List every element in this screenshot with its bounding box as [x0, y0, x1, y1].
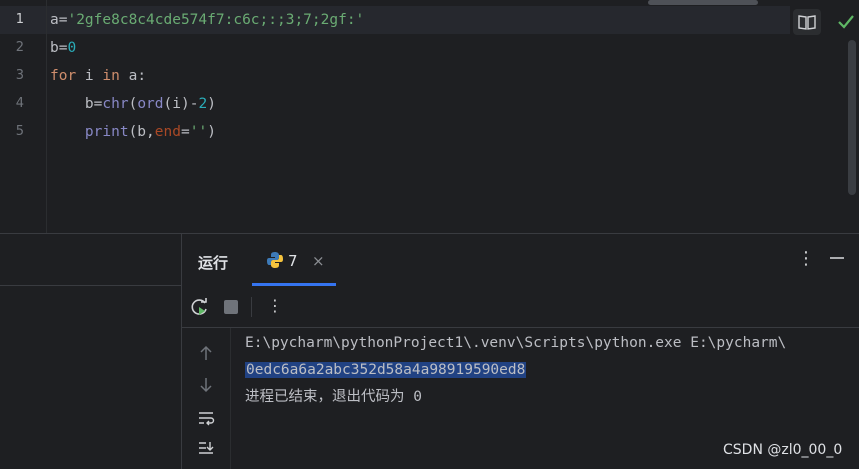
code-token: (b,: [128, 124, 155, 140]
active-tab-indicator: [252, 283, 336, 286]
code-token: for: [50, 68, 77, 84]
code-token: i: [76, 68, 103, 84]
book-icon: [798, 15, 816, 30]
code-token: ): [207, 124, 216, 140]
stop-icon[interactable]: [224, 300, 238, 314]
tool-window-left-pane: [0, 234, 182, 469]
code-token: in: [102, 68, 120, 84]
watermark: CSDN @zl0_00_0: [723, 442, 843, 458]
code-line-3[interactable]: for i in a:: [50, 62, 146, 90]
close-icon[interactable]: ×: [312, 252, 325, 270]
code-token: b=: [84, 96, 103, 112]
tab-label: 7: [288, 252, 298, 270]
more-options-icon[interactable]: ⋮: [797, 248, 815, 269]
python-icon: [267, 252, 283, 268]
line-number: 5: [15, 124, 24, 139]
gutter-divider: [46, 0, 47, 233]
console-output-line[interactable]: 0edc6a6a2abc352d58a4a98919590ed8: [245, 357, 527, 384]
code-token: b=: [50, 40, 68, 56]
code-editor[interactable]: 1 2 3 4 5 a='2gfe8c8c4cde574f7:c6c;:;3;7…: [0, 0, 859, 233]
line-number: 3: [15, 68, 24, 83]
code-token: end: [154, 124, 181, 140]
line-number: 4: [15, 96, 24, 111]
code-token: a:: [119, 68, 147, 84]
arrow-up-icon[interactable]: [197, 344, 215, 362]
code-line-2[interactable]: b=0: [50, 34, 76, 62]
code-token: chr: [102, 96, 129, 112]
more-options-icon[interactable]: ⋮: [267, 296, 283, 315]
code-token: 2: [198, 96, 208, 112]
code-token: print: [84, 124, 129, 140]
run-tool-window: 运行 7 × ⋮ ⋮ E:\pycharm\pythonProject1\.ve…: [0, 233, 859, 469]
minimize-icon[interactable]: [829, 248, 845, 268]
line-number: 1: [15, 12, 24, 27]
line-number-gutter: 1 2 3 4 5: [0, 0, 46, 233]
console-command-line: E:\pycharm\pythonProject1\.venv\Scripts\…: [245, 335, 787, 351]
line-number: 2: [15, 40, 24, 55]
rerun-icon[interactable]: [190, 297, 210, 317]
checkmark-icon[interactable]: [836, 12, 856, 32]
code-token: ord: [137, 96, 164, 112]
code-line-1[interactable]: a='2gfe8c8c4cde574f7:c6c;:;3;7;2gf:': [50, 6, 364, 34]
console-exit-line: 进程已结束，退出代码为 0: [245, 389, 422, 405]
code-line-5[interactable]: print(b,end=''): [50, 118, 216, 146]
code-line-4[interactable]: b=chr(ord(i)-2): [50, 90, 216, 118]
horizontal-scrollbar[interactable]: [648, 0, 758, 5]
code-token: '2gfe8c8c4cde574f7:c6c;:;3;7;2gf:': [67, 12, 365, 28]
scroll-to-end-icon[interactable]: [197, 439, 215, 457]
code-token: (i)-: [163, 96, 199, 112]
code-token: 0: [67, 40, 77, 56]
selected-output-text[interactable]: 0edc6a6a2abc352d58a4a98919590ed8: [245, 362, 527, 378]
vertical-scrollbar[interactable]: [848, 40, 856, 195]
soft-wrap-icon[interactable]: [197, 409, 215, 427]
run-panel-title: 运行: [198, 254, 229, 272]
reader-mode-button[interactable]: [793, 9, 821, 35]
toolbar-divider: [251, 297, 252, 317]
arrow-down-icon[interactable]: [197, 376, 215, 394]
code-token: ): [207, 96, 216, 112]
code-token: '': [189, 124, 208, 140]
code-token: a=: [50, 12, 68, 28]
left-pane-divider: [0, 285, 181, 286]
code-token: =: [180, 124, 190, 140]
